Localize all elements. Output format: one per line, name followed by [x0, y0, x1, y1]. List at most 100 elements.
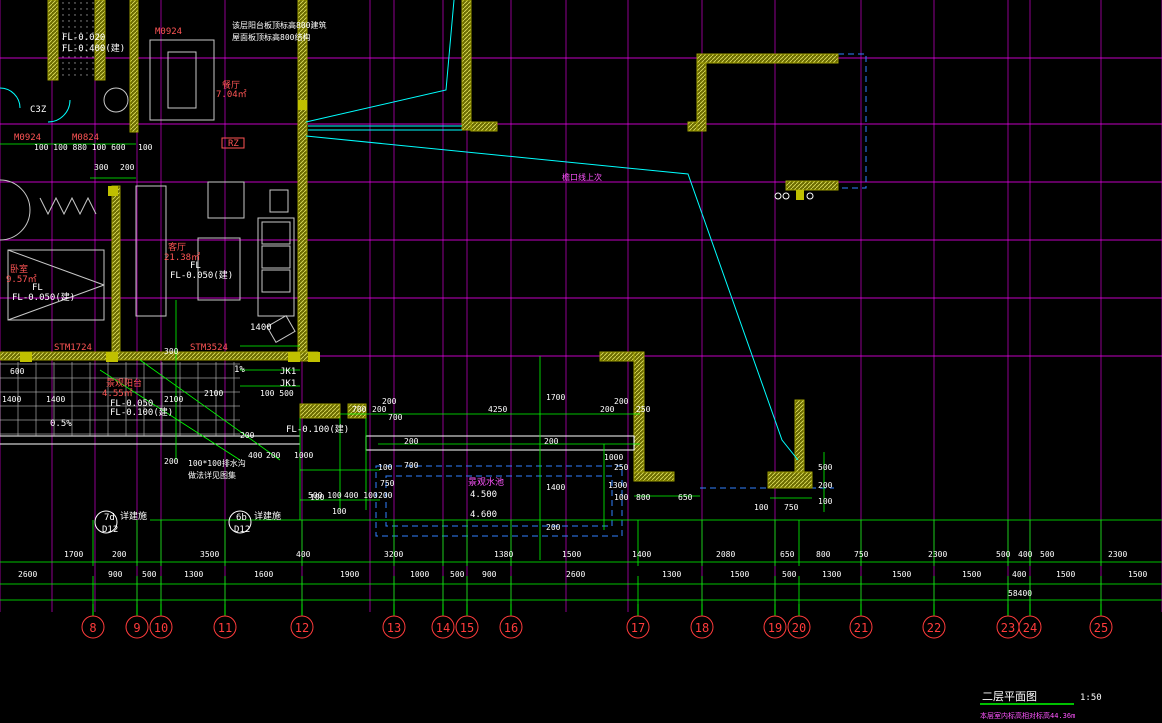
living-room-level: FL-0.050(建)	[170, 269, 233, 281]
leader-lines	[305, 0, 799, 461]
door-m1: M0924	[155, 27, 182, 37]
dim-row1-label: 400	[1018, 550, 1033, 559]
ld-19: 800	[636, 493, 651, 502]
dim-row1-label: 1380	[494, 550, 513, 559]
dim-row2-label: 1500	[1056, 570, 1075, 579]
dim-row2-label: 1500	[730, 570, 749, 579]
ld-24: 500	[818, 463, 833, 472]
dim-row1-label: 800	[816, 550, 831, 559]
dim-row1-label: 500	[996, 550, 1011, 559]
ld-42: 250	[614, 463, 629, 472]
dim-row2-label: 1600	[254, 570, 273, 579]
dim-row1-label: 2080	[716, 550, 735, 559]
ld-34: 200	[164, 457, 179, 466]
ld-20: 100	[614, 493, 629, 502]
ld-17: 1000	[604, 453, 623, 462]
balcony-level-2: FL-0.100(建)	[110, 406, 173, 418]
ld-53: 1300	[608, 481, 627, 490]
axis-label: 18	[695, 621, 709, 635]
dim-row2-label: 1500	[892, 570, 911, 579]
top-left-fl2: FL-0.400(建)	[62, 42, 125, 54]
ld-49: 200	[404, 437, 419, 446]
note-2: 屋面板顶标高800结构	[232, 32, 310, 42]
roof-edge-note: 檐口线上次	[562, 172, 602, 182]
axis-label: 22	[927, 621, 941, 635]
note-1: 该层阳台板顶标高800建筑	[232, 20, 326, 30]
axis-label: 14	[436, 621, 450, 635]
dim-row1-label: 1400	[632, 550, 651, 559]
ld-10: 200	[372, 405, 387, 414]
ld-30: 200	[266, 451, 281, 460]
axis-label: 16	[504, 621, 518, 635]
total-dimension: 58400	[1008, 589, 1032, 598]
axis-label: 12	[295, 621, 309, 635]
ld-23: 750	[784, 503, 799, 512]
ld-39: 1400	[2, 395, 21, 404]
ld-44: 200	[240, 431, 255, 440]
ld-33: 400	[248, 451, 263, 460]
ld-50: 700	[388, 413, 403, 422]
axis-label: 11	[218, 621, 232, 635]
ld-35: 2100	[164, 395, 183, 404]
ld-1: 300	[94, 163, 109, 172]
bedroom-fl: FL	[32, 283, 43, 293]
axis-label: 8	[89, 621, 96, 635]
cad-drawing-canvas[interactable]: 客厅 21.38㎡ FL FL-0.050(建) 餐厅 7.04㎡ 卧室 9.5…	[0, 0, 1162, 723]
dim-row2-label: 1500	[1128, 570, 1147, 579]
axis-label: 23	[1001, 621, 1015, 635]
dimension-row-2: 2600 900 500 1300 1600 1900 1000 500 900 2600 1300…	[18, 570, 1147, 579]
ld-12: 200	[600, 405, 615, 414]
width-1400: 1400	[250, 323, 272, 333]
slope-pct-2: 1%	[234, 365, 245, 375]
ref2-text: 详建施	[254, 510, 281, 522]
pool-name: 景观水池	[468, 476, 504, 488]
dim-row2-label: 1500	[962, 570, 981, 579]
axis-label: 20	[792, 621, 806, 635]
ld-15: 1400	[546, 483, 565, 492]
ld-52: 100	[378, 463, 393, 472]
drawing-scale: 1:50	[1080, 693, 1102, 703]
ld-22: 100	[754, 503, 769, 512]
ld-5: 1400	[46, 395, 65, 404]
pool-level-1: 4.500	[470, 490, 497, 500]
ld-16: 200	[546, 523, 561, 532]
door-m3: M0824	[72, 133, 99, 143]
living-room-name: 客厅	[168, 241, 186, 253]
ld-47: 200	[544, 437, 559, 446]
axis-label: 13	[387, 621, 401, 635]
drawing-note: 本层室内标高相对标高44.36m	[980, 711, 1075, 720]
axis-label: 15	[460, 621, 474, 635]
ld-29: 100	[332, 507, 347, 516]
ld-14: 200	[614, 397, 629, 406]
dimension-row-1: 1700 200 3500 400 3200 1380 1500 1400 2080 650 800…	[64, 550, 1127, 559]
ld-6: 2100	[204, 389, 223, 398]
door-stm1: STM1724	[54, 343, 92, 353]
dim-row2-label: 500	[782, 570, 797, 579]
dim-row2-label: 400	[1012, 570, 1027, 579]
door-stm2: STM3524	[190, 343, 228, 353]
dim-row1-label: 2300	[928, 550, 947, 559]
dim-row1-label: 1700	[64, 550, 83, 559]
ld-38: 600	[10, 367, 25, 376]
axis-label: 19	[768, 621, 782, 635]
ld-46: 750	[380, 479, 395, 488]
axis-label: 25	[1094, 621, 1108, 635]
axis-label: 21	[854, 621, 868, 635]
living-room-fl: FL	[190, 261, 201, 271]
balcony-name: 景观阳台	[106, 377, 142, 389]
axis-label: 10	[154, 621, 168, 635]
jk1-a: JK1	[280, 367, 296, 377]
ld-26: 100	[818, 497, 833, 506]
ld-25: 200	[818, 481, 833, 490]
ld-21: 650	[678, 493, 693, 502]
dim-row2-label: 900	[108, 570, 123, 579]
ref2-num: 6b	[236, 513, 247, 523]
ld-51: 100	[310, 493, 325, 502]
dim-row1-label: 1500	[562, 550, 581, 559]
dim-row1-label: 500	[1040, 550, 1055, 559]
balcony-area: 4.55㎡	[102, 388, 133, 399]
column-markers	[20, 100, 804, 362]
ld-31: 1000	[294, 451, 313, 460]
dim-row2-label: 500	[142, 570, 157, 579]
ld-11: 4250	[488, 405, 507, 414]
